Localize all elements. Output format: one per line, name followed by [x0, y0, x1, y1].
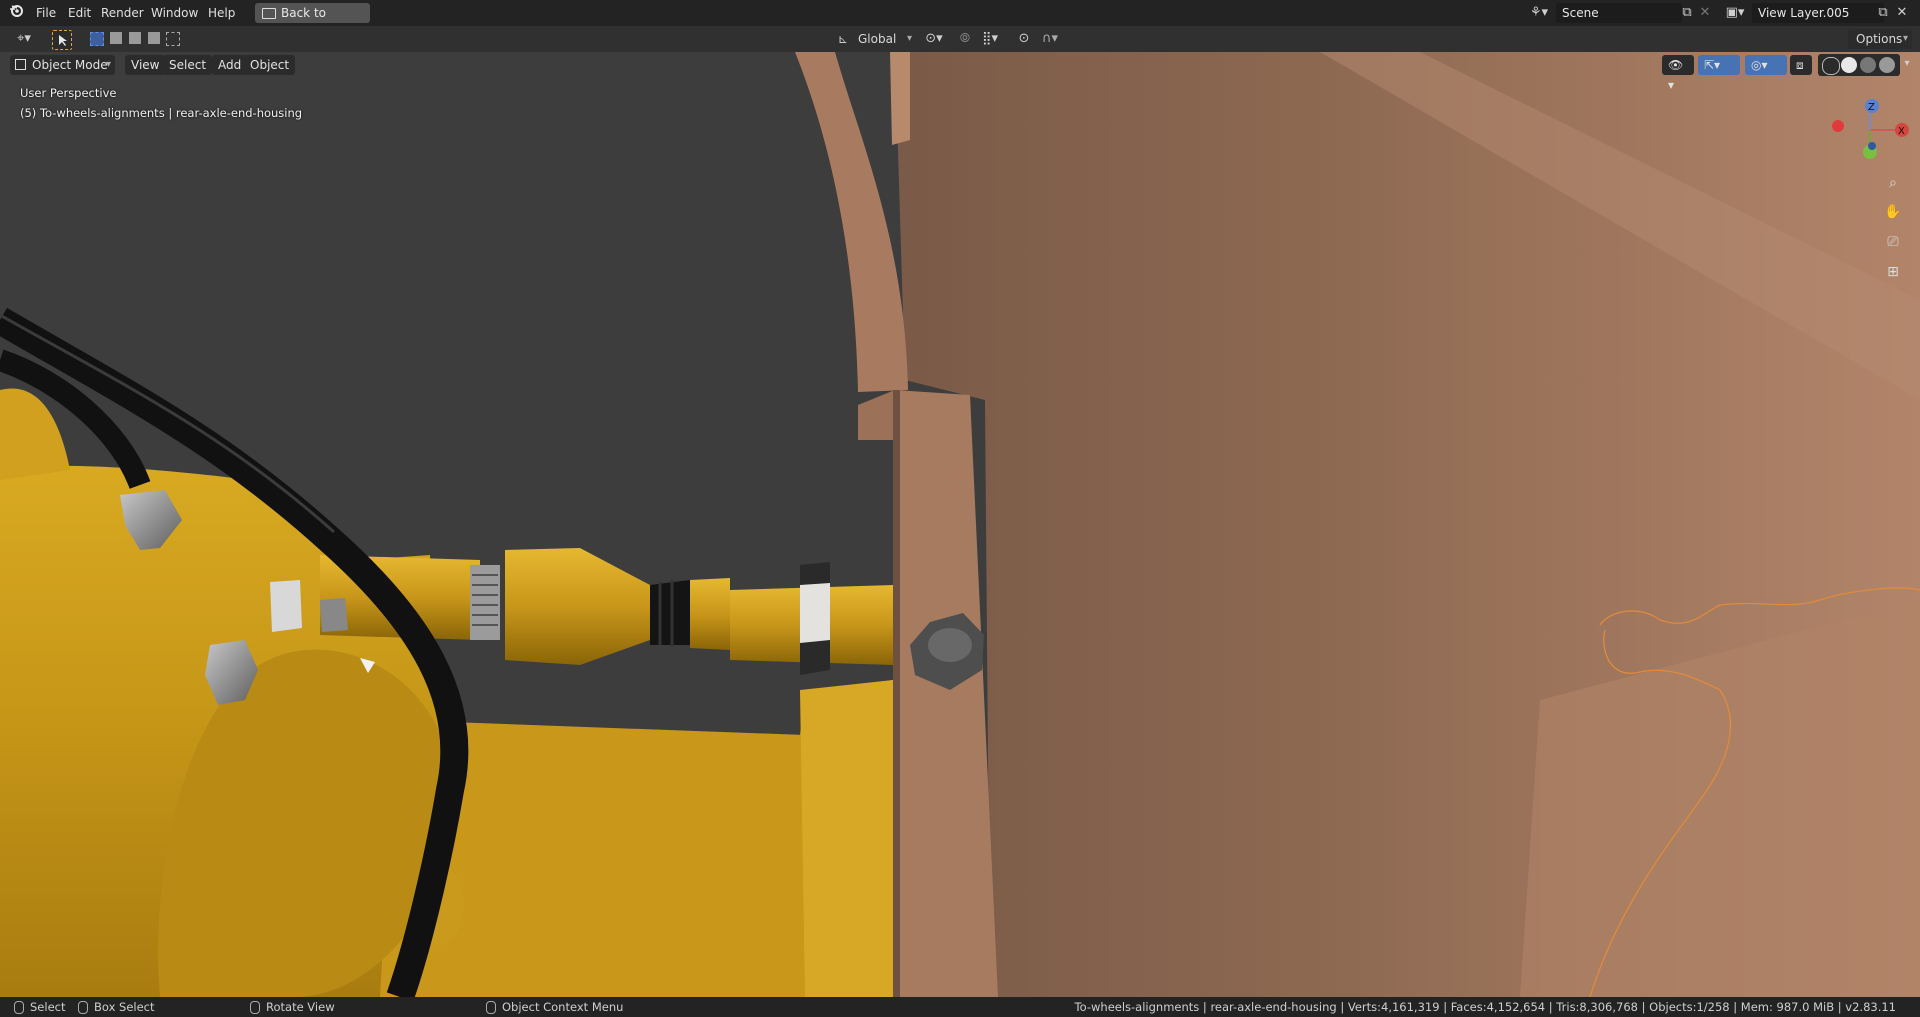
snap-target-icon[interactable]: ⣿▾: [976, 29, 1004, 49]
editor-type-icon[interactable]: ⌖▾: [10, 29, 38, 49]
options-dropdown[interactable]: Options ▾: [1848, 29, 1912, 49]
view-layer-icon[interactable]: ▣▾: [1722, 3, 1748, 23]
solid-shading-icon[interactable]: [1841, 57, 1857, 73]
chevron-down-icon: ▾: [1902, 33, 1908, 44]
navigation-gizmo[interactable]: Z X: [1822, 88, 1912, 168]
viewport-collection-label: (5) To-wheels-alignments | rear-axle-end…: [20, 106, 303, 120]
spring-coil: [470, 565, 500, 640]
copper-flange-bracket: [890, 52, 910, 145]
object-mode-dropdown[interactable]: Object Mode ▾: [10, 55, 115, 75]
selection-mode-group: [88, 31, 180, 47]
3d-viewport[interactable]: User Perspective (5) To-wheels-alignment…: [0, 52, 1920, 997]
camera-view-icon[interactable]: ⎚: [1882, 231, 1904, 253]
object-mode-label: Object Mode: [32, 58, 108, 72]
black-boot: [650, 580, 690, 645]
shaft-clamp-light: [800, 583, 830, 643]
falloff-icon[interactable]: ∩▾: [1036, 29, 1064, 49]
view-layer-field[interactable]: View Layer.005: [1752, 3, 1884, 23]
tool-header: ⌖▾ ⊾ Global ▾ ⊙▾ ⦾ ⣿▾ ⊙ ∩▾ Options ▾: [0, 26, 1920, 53]
gizmo-neg-y: [1868, 142, 1876, 150]
select-new-icon[interactable]: [90, 32, 104, 46]
status-select: Select: [14, 997, 65, 1017]
back-to-previous-button[interactable]: Back to Previous: [255, 3, 370, 40]
orientation-axes-icon: ⊾: [838, 32, 849, 46]
select-intersect-icon[interactable]: [166, 32, 180, 46]
gizmo-x-label: X: [1898, 126, 1905, 137]
status-rotate-view: Rotate View: [250, 997, 335, 1017]
rendered-shading-icon[interactable]: [1879, 57, 1895, 73]
chevron-down-icon: ▾: [105, 59, 111, 70]
copper-plate: [893, 390, 998, 997]
pivot-point-icon[interactable]: ⊙▾: [920, 29, 948, 49]
orientation-label: Global: [858, 32, 897, 46]
shading-group: [1818, 54, 1900, 76]
yellow-block-face: [800, 680, 893, 997]
object-mode-icon: [15, 59, 26, 70]
wireframe-shading-icon[interactable]: [1822, 57, 1840, 75]
copper-flange-curve: [795, 52, 908, 392]
bolt-hidden: [320, 598, 348, 632]
snap-toggle-icon[interactable]: ⦾: [955, 29, 975, 49]
options-label: Options: [1856, 32, 1903, 46]
menu-edit[interactable]: Edit: [62, 4, 97, 22]
select-menu[interactable]: Select: [163, 55, 213, 75]
mouse-left-icon: [14, 1001, 24, 1014]
screen-icon: [262, 8, 276, 19]
status-box-select-label: Box Select: [94, 1000, 155, 1014]
copper-plate-edge: [893, 390, 900, 997]
select-subtract-icon[interactable]: [129, 32, 141, 44]
blender-logo-icon[interactable]: [6, 3, 26, 24]
viewport-scene[interactable]: [0, 52, 1920, 997]
scene-icon[interactable]: ⚘▾: [1526, 3, 1552, 23]
object-menu[interactable]: Object: [244, 55, 296, 75]
new-scene-icon[interactable]: ⧉: [1678, 3, 1696, 23]
select-invert-icon[interactable]: [148, 32, 160, 44]
status-context-label: Object Context Menu: [502, 1000, 624, 1014]
select-extend-icon[interactable]: [110, 32, 122, 44]
mouse-middle-icon: [250, 1001, 260, 1014]
scene-name-label: Scene: [1562, 6, 1599, 20]
delete-scene-icon[interactable]: ✕: [1696, 3, 1714, 23]
status-box-select: Box Select: [78, 997, 155, 1017]
viewport-perspective-label: User Perspective: [20, 86, 117, 100]
hex-bolt-cap: [928, 628, 972, 662]
xray-toggle[interactable]: ⧈: [1790, 55, 1812, 75]
material-shading-icon[interactable]: [1860, 57, 1876, 73]
copper-flange-foot: [858, 390, 895, 440]
delete-view-layer-icon[interactable]: ✕: [1893, 3, 1911, 23]
gizmo-neg-x: [1832, 120, 1844, 132]
pan-hand-icon[interactable]: ✋: [1882, 201, 1904, 223]
transform-orientation-dropdown[interactable]: ⊾ Global ▾: [834, 29, 914, 49]
scene-statistics: To-wheels-alignments | rear-axle-end-hou…: [1074, 1000, 1896, 1014]
zoom-icon[interactable]: ⌕: [1882, 172, 1904, 194]
visibility-dropdown[interactable]: 👁▾: [1662, 55, 1694, 92]
bolt-left-mid: [270, 580, 302, 632]
scene-name-field[interactable]: Scene: [1556, 3, 1682, 23]
menu-window[interactable]: Window: [145, 4, 204, 22]
status-bar: Select Box Select Rotate View Object Con…: [0, 997, 1920, 1017]
mouse-drag-icon: [78, 1001, 88, 1014]
gizmo-z-label: Z: [1868, 102, 1875, 113]
status-rotate-label: Rotate View: [266, 1000, 335, 1014]
menu-help[interactable]: Help: [202, 4, 241, 22]
status-select-label: Select: [30, 1000, 66, 1014]
new-view-layer-icon[interactable]: ⧉: [1874, 3, 1892, 23]
menu-render[interactable]: Render: [95, 4, 150, 22]
select-tool-icon[interactable]: [52, 30, 72, 50]
view-menu[interactable]: View: [125, 55, 166, 75]
shading-options-icon[interactable]: ▾: [1900, 54, 1914, 74]
status-context-menu: Object Context Menu: [486, 997, 623, 1017]
overlay-toggle[interactable]: ◎▾: [1745, 55, 1787, 75]
ortho-grid-icon[interactable]: ⊞: [1882, 261, 1904, 283]
chevron-down-icon: ▾: [906, 33, 912, 44]
gizmo-toggle[interactable]: ⇱▾: [1698, 55, 1740, 75]
top-menu-bar: File Edit Render Window Help Back to Pre…: [0, 0, 1920, 40]
shaft-coupler: [505, 548, 650, 665]
view-layer-label: View Layer.005: [1758, 6, 1850, 20]
shaft-collar: [690, 578, 730, 650]
add-menu[interactable]: Add: [212, 55, 248, 75]
mouse-right-icon: [486, 1001, 496, 1014]
proportional-editing-icon[interactable]: ⊙: [1014, 29, 1034, 49]
menu-file[interactable]: File: [30, 4, 62, 22]
